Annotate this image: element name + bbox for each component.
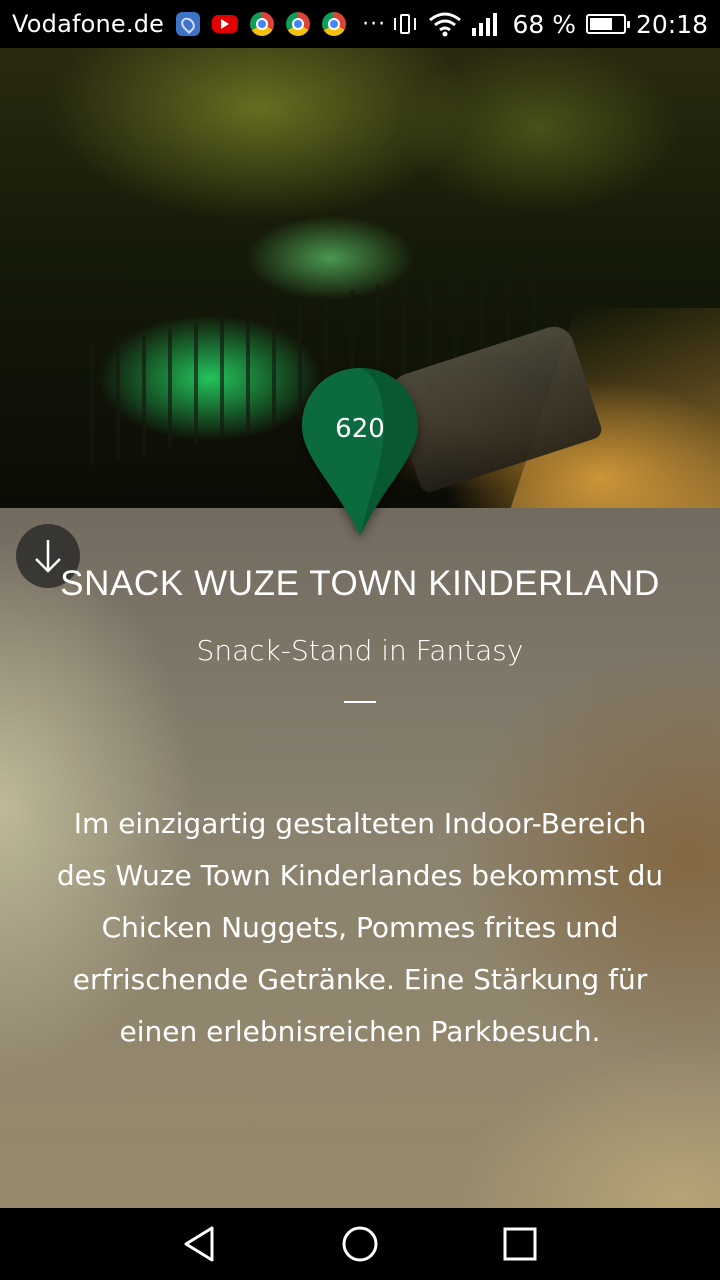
maps-icon bbox=[176, 12, 201, 36]
home-icon bbox=[342, 1226, 378, 1262]
back-icon bbox=[184, 1226, 214, 1262]
vibrate-icon bbox=[392, 12, 418, 36]
youtube-icon bbox=[212, 15, 239, 33]
chrome-icon bbox=[286, 12, 311, 36]
pin-number: 620 bbox=[335, 414, 385, 444]
more-notifications-icon: ··· bbox=[362, 11, 387, 37]
status-indicators: 68 % 20:18 bbox=[392, 10, 708, 39]
home-button[interactable] bbox=[330, 1214, 390, 1274]
status-bar: Vodafone.de ··· 68 % 20:18 bbox=[0, 0, 720, 48]
signal-icon bbox=[472, 12, 502, 36]
divider bbox=[344, 701, 376, 703]
carrier-name: Vodafone.de bbox=[12, 10, 165, 38]
recents-icon bbox=[503, 1227, 537, 1261]
page-subtitle: Snack-Stand in Fantasy bbox=[196, 634, 524, 667]
clock: 20:18 bbox=[635, 9, 708, 39]
chrome-icon bbox=[250, 12, 275, 36]
chrome-icon bbox=[322, 12, 347, 36]
recents-button[interactable] bbox=[490, 1214, 550, 1274]
description-text: Im einzigartig gestalteten Indoor-Bereic… bbox=[56, 807, 664, 1048]
location-pin-marker: 620 bbox=[302, 368, 418, 538]
navigation-bar bbox=[0, 1208, 720, 1280]
detail-content: SNACK WUZE TOWN KINDERLAND Snack-Stand i… bbox=[0, 508, 720, 1208]
page-title: SNACK WUZE TOWN KINDERLAND bbox=[60, 564, 660, 603]
screen: Vodafone.de ··· 68 % 20:18 620 SNACK WUZ… bbox=[0, 0, 720, 1280]
battery-icon bbox=[585, 14, 630, 34]
back-button[interactable] bbox=[170, 1214, 230, 1274]
wifi-icon bbox=[428, 11, 462, 37]
battery-percent: 68 % bbox=[512, 9, 576, 39]
notification-icons: ··· bbox=[176, 12, 386, 37]
